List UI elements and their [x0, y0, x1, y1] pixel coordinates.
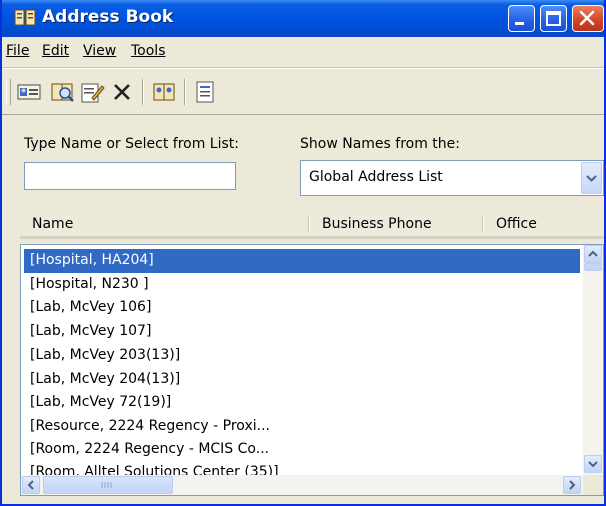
address-book-window: Address Book File Edit View Tools Type N… [0, 0, 606, 506]
scrollbar-corner [583, 475, 603, 495]
window-title: Address Book [42, 7, 174, 27]
list-item[interactable]: [Lab, McVey 204(13)] [24, 368, 580, 392]
maximize-icon [546, 11, 561, 26]
chevron-right-icon [569, 480, 576, 490]
list-item[interactable]: [Lab, McVey 72(19)] [24, 391, 580, 415]
grip-icon [101, 482, 112, 488]
horizontal-scrollbar[interactable] [21, 475, 583, 495]
list-item[interactable]: [Room, 2224 Regency - MCIS Co... [24, 438, 580, 462]
list-item[interactable]: [Resource, 2224 Regency - Proxi... [24, 415, 580, 439]
toolbar-separator [142, 79, 144, 105]
new-entry-icon[interactable] [16, 78, 44, 106]
close-button[interactable] [572, 5, 604, 32]
vertical-scrollbar[interactable] [583, 245, 603, 475]
menu-tools[interactable]: Tools [131, 43, 166, 59]
column-header-office[interactable]: Office [496, 212, 537, 236]
scroll-down-button[interactable] [584, 455, 602, 473]
menu-bar: File Edit View Tools [2, 37, 604, 68]
column-divider-2[interactable] [482, 216, 484, 232]
close-icon [579, 10, 595, 26]
address-list-value: Global Address List [309, 169, 443, 185]
list-item[interactable]: [Lab, McVey 203(13)] [24, 344, 580, 368]
column-header-business-phone[interactable]: Business Phone [322, 212, 432, 236]
search-label: Type Name or Select from List: [24, 136, 239, 152]
list-item[interactable]: [Hospital, N230 ] [24, 273, 580, 297]
address-book-icon [14, 9, 36, 26]
show-names-label: Show Names from the: [300, 136, 460, 152]
menu-edit[interactable]: Edit [42, 43, 69, 59]
toolbar [2, 68, 604, 115]
menu-view[interactable]: View [83, 43, 116, 59]
add-to-contacts-icon[interactable] [150, 78, 178, 106]
scroll-right-button[interactable] [563, 476, 581, 494]
scroll-left-button[interactable] [22, 476, 40, 494]
list-item[interactable]: [Hospital, HA204] [24, 249, 580, 273]
list-item[interactable]: [Lab, McVey 107] [24, 320, 580, 344]
chevron-up-icon [588, 250, 598, 257]
properties-icon[interactable] [78, 78, 106, 106]
address-list: [Hospital, HA204] [Hospital, N230 ] [Lab… [20, 244, 604, 496]
horizontal-scroll-thumb[interactable] [43, 476, 173, 494]
list-item[interactable]: [Lab, McVey 106] [24, 296, 580, 320]
delete-icon[interactable] [108, 78, 136, 106]
chevron-left-icon [27, 480, 34, 490]
scroll-up-button[interactable] [584, 245, 602, 263]
address-list-dropdown-button[interactable] [581, 162, 602, 194]
toolbar-separator-2 [184, 79, 186, 105]
minimize-button[interactable] [508, 5, 535, 32]
column-divider[interactable] [308, 216, 310, 232]
minimize-icon [515, 22, 524, 25]
new-message-icon[interactable] [192, 78, 220, 106]
title-bar[interactable]: Address Book [2, 0, 604, 37]
chevron-down-icon [586, 175, 597, 182]
vertical-scroll-thumb[interactable] [584, 263, 602, 271]
toolbar-grip[interactable] [6, 79, 11, 105]
menu-file[interactable]: File [6, 43, 29, 59]
maximize-button[interactable] [540, 5, 567, 32]
column-header-name[interactable]: Name [32, 212, 73, 236]
column-headers: Name Business Phone Office [20, 212, 604, 239]
chevron-down-icon [588, 461, 598, 468]
find-items-icon[interactable] [48, 78, 76, 106]
address-list-select[interactable]: Global Address List [300, 160, 604, 196]
search-input[interactable] [24, 162, 236, 190]
